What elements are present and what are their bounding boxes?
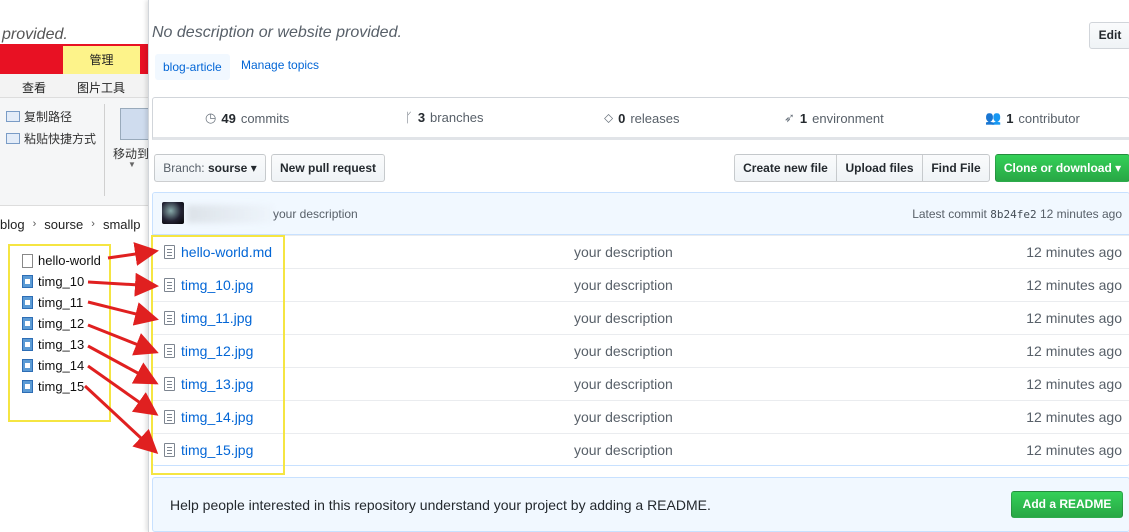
edit-button[interactable]: Edit	[1089, 22, 1129, 49]
file-commit-message[interactable]: your description	[574, 442, 673, 458]
environments-label: environment	[812, 110, 884, 126]
tab-manage[interactable]: 管理	[63, 46, 140, 74]
tab-picture-tools[interactable]: 图片工具	[77, 79, 125, 96]
ribbon-tabs: 查看 图片工具	[0, 74, 150, 98]
releases-count: 0	[618, 110, 626, 126]
breadcrumb-smallp[interactable]: smallp	[103, 217, 141, 232]
file-commit-message[interactable]: your description	[574, 343, 673, 359]
branches-count: 3	[417, 110, 426, 125]
people-icon: 👥	[985, 110, 1002, 125]
breadcrumb-sourse[interactable]: sourse	[44, 217, 83, 232]
breadcrumb-blog[interactable]: blog	[0, 217, 25, 232]
releases-label: releases	[630, 110, 680, 126]
add-readme-button[interactable]: Add a README	[1011, 491, 1123, 518]
environments-count: 1	[799, 110, 808, 126]
clone-label: Clone or download	[1003, 161, 1112, 175]
blurred-author-name	[187, 205, 273, 223]
file-age: 12 minutes ago	[1026, 310, 1122, 326]
chevron-right-icon: ›	[91, 218, 95, 230]
contributors-count: 1	[1006, 110, 1014, 126]
table-row[interactable]: hello-world.md your description 12 minut…	[153, 235, 1129, 268]
commit-message[interactable]: your description	[273, 207, 358, 221]
history-icon: ◷	[205, 110, 217, 125]
file-explorer-window: provided. 管理 查看 图片工具 复制路径 粘贴快捷方式 移动到 ▼ b…	[0, 0, 150, 532]
table-row[interactable]: timg_11.jpg your description 12 minutes …	[153, 301, 1129, 334]
paste-shortcut-icon	[6, 133, 20, 144]
branch-name: sourse	[207, 161, 248, 175]
environments-link[interactable]: ➶ 1 environment	[784, 110, 884, 126]
file-age: 12 minutes ago	[1026, 442, 1122, 458]
file-age: 12 minutes ago	[1026, 409, 1122, 425]
copy-path-button[interactable]: 复制路径	[6, 108, 72, 125]
chevron-down-icon[interactable]: ▼	[128, 160, 136, 169]
tab-view[interactable]: 查看	[22, 79, 46, 96]
move-to-icon[interactable]	[120, 108, 150, 140]
table-row[interactable]: timg_12.jpg your description 12 minutes …	[153, 334, 1129, 367]
commits-count: 49	[221, 110, 236, 126]
create-new-file-button[interactable]: Create new file	[734, 154, 837, 182]
new-pull-request-button[interactable]: New pull request	[271, 154, 385, 182]
branches-link[interactable]: ᚴ 3 branches	[405, 110, 484, 125]
rocket-icon: ➶	[784, 110, 795, 125]
find-file-button[interactable]: Find File	[922, 154, 990, 182]
latest-commit-info: Latest commit 8b24fe2 12 minutes ago	[912, 207, 1122, 221]
repo-description: No description or website provided.	[152, 24, 402, 41]
numbers-summary: ◷ 49 commits ᚴ 3 branches ⬦ 0 releases ➶…	[152, 97, 1129, 140]
table-row[interactable]: timg_10.jpg your description 12 minutes …	[153, 268, 1129, 301]
caret-down-icon: ▾	[250, 161, 257, 175]
chevron-right-icon: ›	[32, 218, 37, 230]
address-bar[interactable]: blog › sourse › smallp	[0, 212, 150, 236]
clone-or-download-button[interactable]: Clone or download ▾	[995, 154, 1129, 182]
contributors-link[interactable]: 👥 1 contributor	[985, 110, 1080, 126]
window-title-fragment: provided.	[2, 26, 68, 43]
releases-link[interactable]: ⬦ 0 releases	[604, 110, 679, 126]
file-commit-message[interactable]: your description	[574, 409, 673, 425]
manage-topics-link[interactable]: Manage topics	[241, 58, 319, 72]
contributors-label: contributor	[1018, 110, 1080, 126]
file-commit-message[interactable]: your description	[574, 244, 673, 260]
paste-shortcut-label: 粘贴快捷方式	[24, 132, 97, 146]
commit-sha-link[interactable]: 8b24fe2	[990, 208, 1036, 221]
avatar[interactable]	[162, 202, 184, 224]
topic-tag[interactable]: blog-article	[155, 54, 230, 80]
readme-prompt-text: Help people interested in this repositor…	[170, 497, 711, 513]
latest-commit-label: Latest commit	[912, 207, 987, 221]
annotation-box-right	[151, 235, 285, 475]
table-row[interactable]: timg_15.jpg your description 12 minutes …	[153, 433, 1129, 465]
table-row[interactable]: timg_13.jpg your description 12 minutes …	[153, 367, 1129, 400]
file-commit-message[interactable]: your description	[574, 376, 673, 392]
branches-label: branches	[430, 110, 484, 125]
github-repo-panel: No description or website provided. Edit…	[148, 0, 1129, 532]
commits-link[interactable]: ◷ 49 commits	[205, 110, 289, 126]
ribbon-divider	[104, 104, 105, 196]
branch-select-button[interactable]: Branch: sourse ▾	[154, 154, 266, 182]
file-table: your description Latest commit 8b24fe2 1…	[152, 192, 1129, 466]
file-age: 12 minutes ago	[1026, 244, 1122, 260]
commits-label: commits	[240, 110, 290, 126]
commit-age: 12 minutes ago	[1039, 207, 1122, 221]
branch-label: Branch:	[163, 161, 205, 175]
branch-icon: ᚴ	[405, 110, 413, 125]
table-row[interactable]: timg_14.jpg your description 12 minutes …	[153, 400, 1129, 433]
file-age: 12 minutes ago	[1026, 343, 1122, 359]
file-commit-message[interactable]: your description	[574, 310, 673, 326]
caret-down-icon: ▾	[1115, 161, 1122, 175]
file-commit-message[interactable]: your description	[574, 277, 673, 293]
copy-path-label: 复制路径	[24, 110, 73, 124]
tag-icon: ⬦	[604, 110, 614, 125]
readme-prompt: Help people interested in this repositor…	[152, 477, 1129, 532]
paste-shortcut-button[interactable]: 粘贴快捷方式	[6, 130, 96, 147]
file-age: 12 minutes ago	[1026, 376, 1122, 392]
commit-tease: your description Latest commit 8b24fe2 1…	[153, 193, 1129, 235]
upload-files-button[interactable]: Upload files	[836, 154, 923, 182]
copy-path-icon	[6, 111, 20, 122]
file-age: 12 minutes ago	[1026, 277, 1122, 293]
annotation-box-left	[8, 244, 111, 422]
